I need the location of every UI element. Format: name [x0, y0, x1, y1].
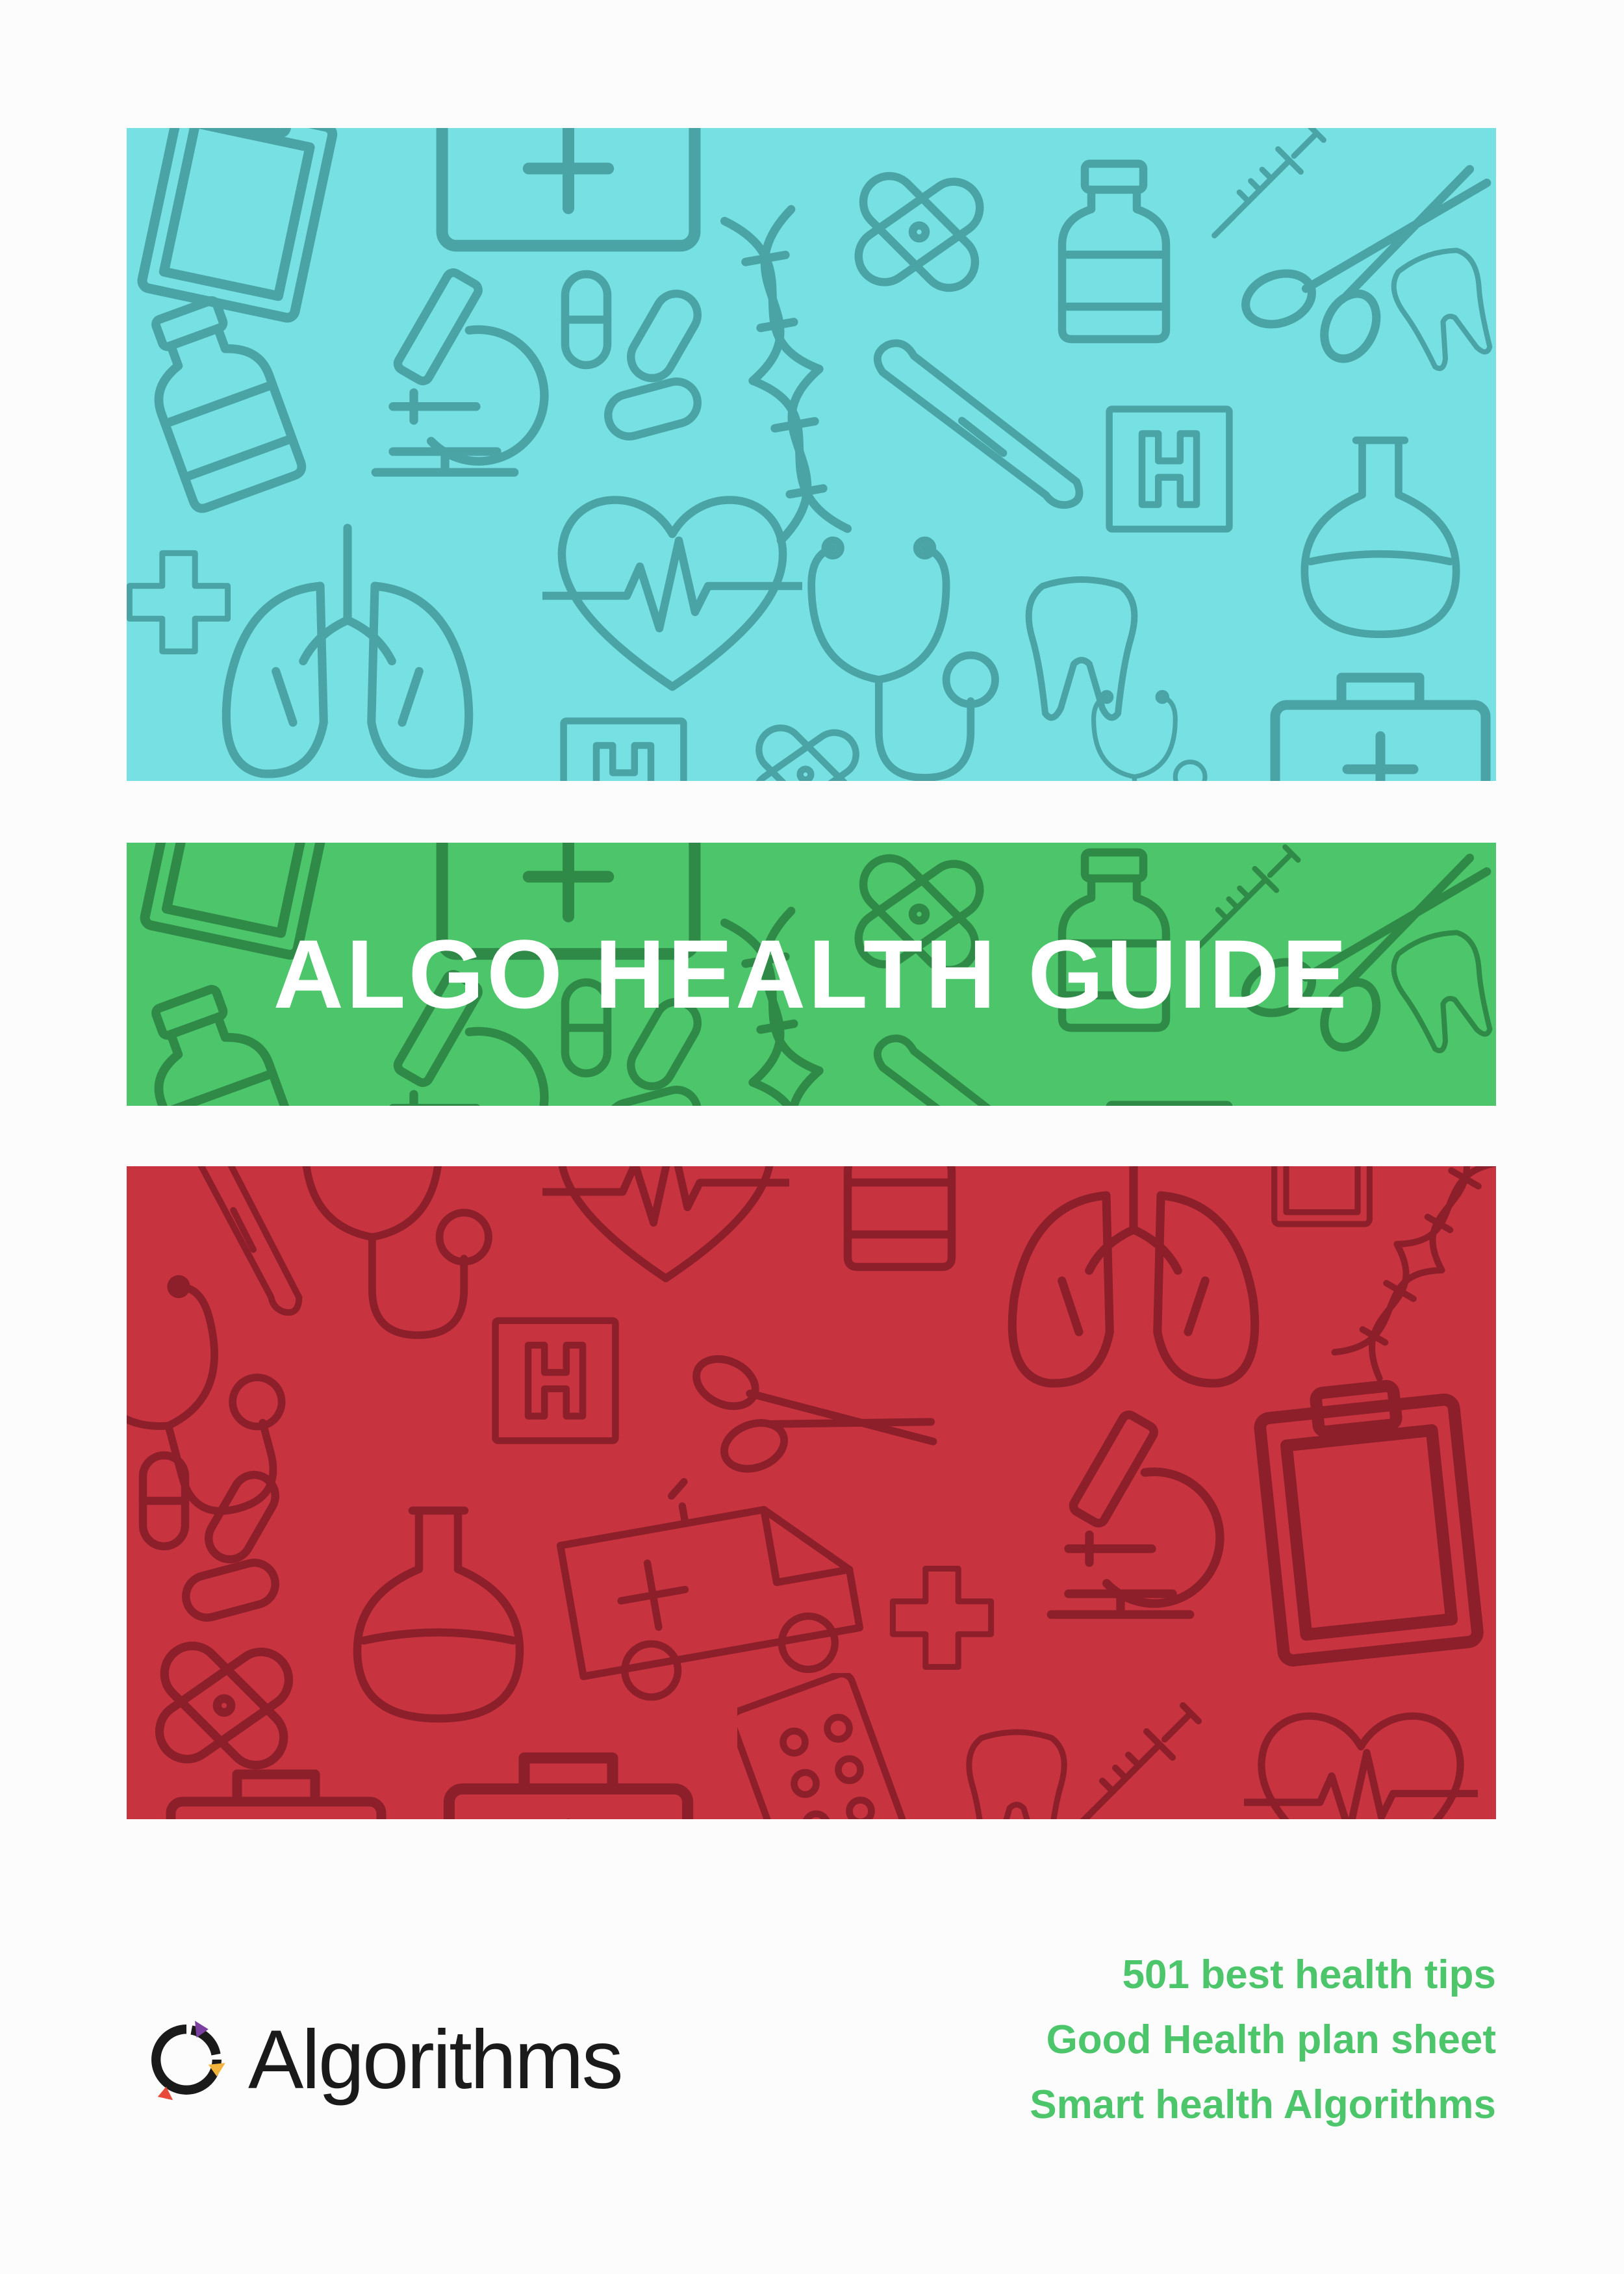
first-aid-kit-icon	[449, 1758, 687, 1819]
stethoscope-icon	[1094, 693, 1205, 781]
heart-pulse-icon	[542, 500, 802, 687]
medicine-bottle-icon	[848, 1166, 952, 1267]
bandage-icon	[746, 719, 865, 781]
bandage-icon	[848, 165, 990, 298]
algorithms-logo-icon	[151, 2021, 225, 2101]
tooth-icon	[969, 1732, 1064, 1819]
cover-band-red	[127, 1166, 1496, 1819]
hospital-sign-icon	[1110, 409, 1230, 530]
medical-doodle-pattern	[127, 1166, 1496, 1819]
medicine-bottle-icon	[131, 290, 305, 511]
algorithms-logo-text: Algorithms	[248, 2013, 624, 2106]
tips-list: 501 best health tips Good Health plan sh…	[1030, 1943, 1496, 2138]
first-aid-kit-icon	[442, 128, 695, 246]
thermometer-icon	[136, 1166, 353, 1318]
first-aid-kit-icon	[171, 1774, 381, 1819]
heart-pulse-icon	[1244, 1716, 1478, 1819]
tooth-icon	[1386, 242, 1496, 374]
medical-doodle-pattern	[127, 128, 1496, 781]
tooth-icon	[1029, 580, 1135, 717]
cross-icon	[893, 1568, 991, 1667]
scissors-icon	[657, 1274, 942, 1559]
lungs-icon	[1012, 1166, 1254, 1383]
scissors-icon	[1239, 170, 1487, 368]
tip-item: Good Health plan sheet	[1046, 2017, 1496, 2062]
syringe-icon	[1215, 128, 1324, 236]
stethoscope-icon	[811, 541, 995, 778]
flask-icon	[357, 1511, 520, 1718]
syringe-icon	[1074, 1706, 1199, 1819]
microscope-icon	[375, 270, 544, 472]
tip-item: 501 best health tips	[1122, 1952, 1496, 1997]
ambulance-icon	[553, 1456, 866, 1708]
clipboard-icon	[1257, 1379, 1478, 1661]
cover-title: ALGO HEALTH GUIDE	[273, 919, 1350, 1028]
microscope-icon	[1051, 1412, 1220, 1615]
dna-icon	[724, 209, 847, 541]
heart-pulse-icon	[542, 1166, 789, 1279]
clipboard-icon	[1275, 1166, 1370, 1224]
first-aid-kit-icon	[1275, 678, 1486, 781]
medicine-bottle-icon	[1062, 164, 1166, 339]
lungs-icon	[226, 528, 468, 774]
pills-icon	[565, 274, 705, 441]
hospital-sign-icon	[496, 1321, 616, 1441]
pill-blister-icon	[729, 1671, 914, 1819]
stethoscope-icon	[305, 1166, 488, 1335]
cover-band-blue	[127, 128, 1496, 781]
pills-icon	[143, 1455, 283, 1622]
thermometer-icon	[858, 340, 1100, 508]
hospital-sign-icon	[564, 721, 684, 781]
clipboard-icon	[141, 128, 337, 319]
cross-icon	[129, 553, 227, 651]
bandage-icon	[149, 1635, 299, 1777]
flask-icon	[1304, 441, 1456, 635]
algorithms-logo: Algorithms	[144, 2013, 624, 2106]
tip-item: Smart health Algorithms	[1030, 2082, 1496, 2127]
cover-band-green: ALGO HEALTH GUIDE	[127, 843, 1496, 1106]
